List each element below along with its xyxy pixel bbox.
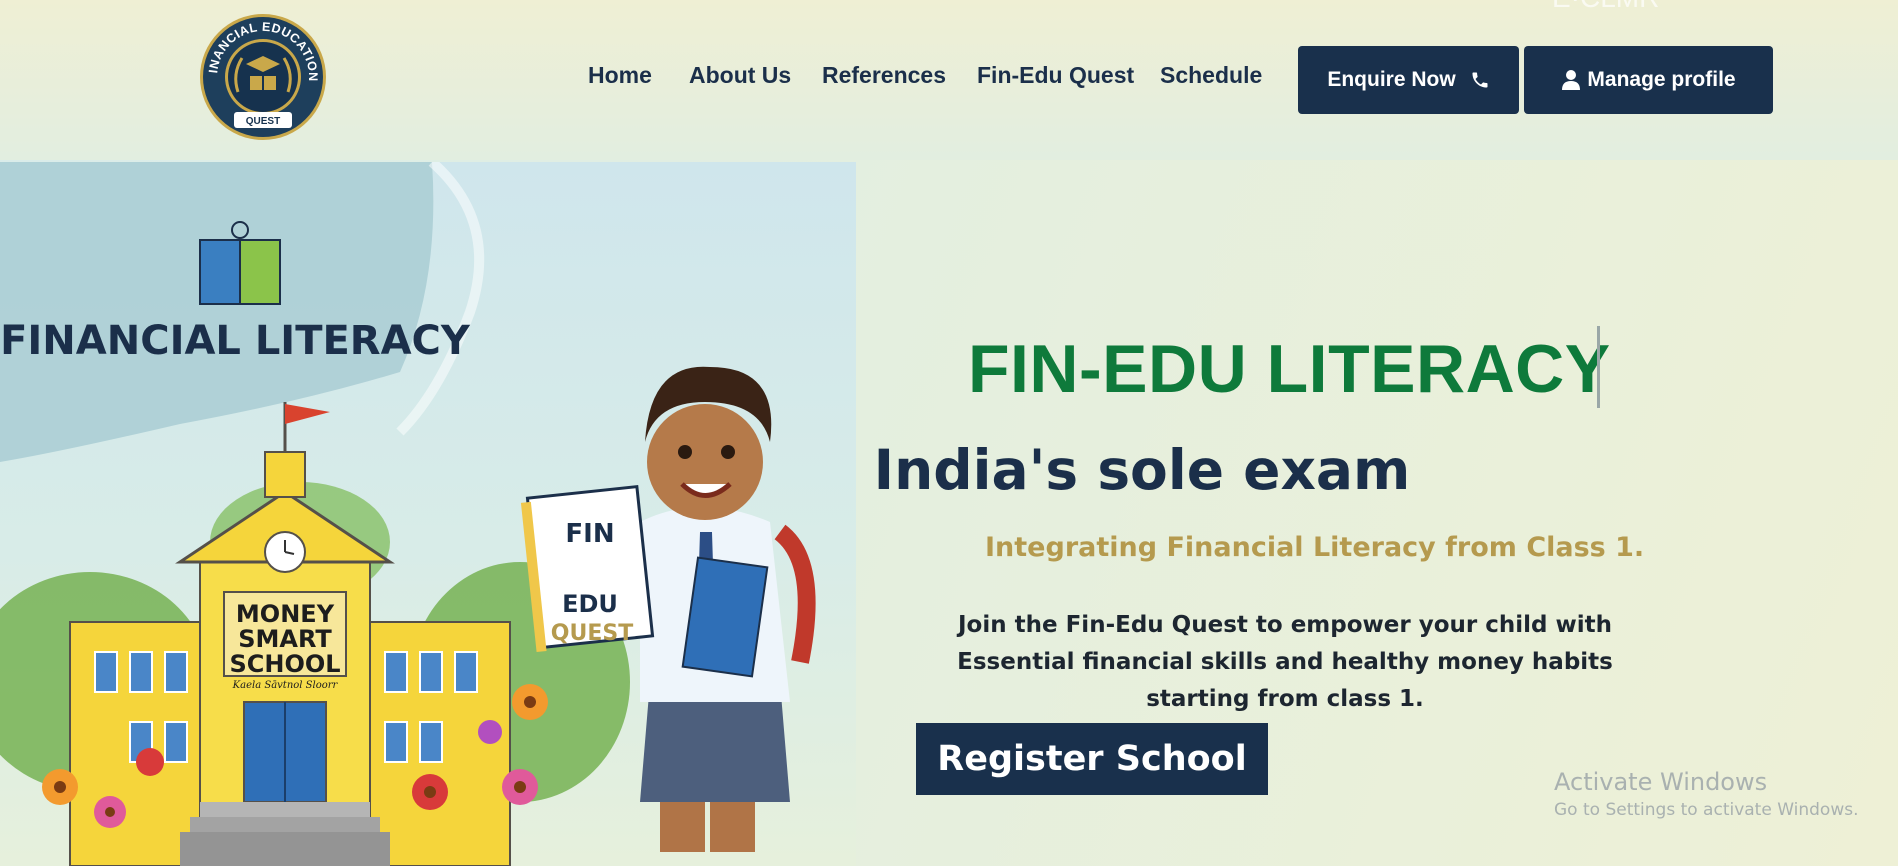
hero-title: FIN-EDU LITERACY (968, 331, 1611, 407)
typing-caret (1597, 326, 1600, 408)
nav-about-us[interactable]: About Us (689, 62, 791, 89)
enquire-now-button[interactable]: Enquire Now (1298, 46, 1519, 114)
hero-subtitle-wrap: India's sole exam (0, 438, 1898, 502)
school-sign-line-3: SCHOOL (229, 650, 340, 678)
nav-fin-edu-quest[interactable]: Fin-Edu Quest (977, 62, 1134, 89)
hero-illustration: FINANCIAL LITERACY MONEY SMART SCHOOL Ka… (0, 162, 856, 866)
nav-schedule[interactable]: Schedule (1160, 62, 1262, 89)
register-school-button[interactable]: Register School (916, 723, 1268, 795)
school-sign-small: Kaela Sāvtnol Sloorr (232, 680, 339, 691)
book-word-edu: EDU (562, 590, 618, 618)
windows-activation-watermark: Activate Windows Go to Settings to activ… (1554, 768, 1859, 820)
site-header: E·CLMR FINANCIAL EDUCATION QUEST Home Ab… (0, 0, 1898, 160)
logo-ribbon-text: QUEST (246, 116, 280, 127)
phone-icon (1472, 72, 1488, 88)
watermark-line-2: Go to Settings to activate Windows. (1554, 800, 1859, 820)
manage-profile-button[interactable]: Manage profile (1524, 46, 1773, 114)
manage-profile-label: Manage profile (1587, 68, 1736, 91)
enquire-now-label: Enquire Now (1327, 68, 1456, 91)
financial-literacy-badge-text: FINANCIAL LITERACY (0, 318, 471, 364)
nav-references[interactable]: References (822, 62, 946, 89)
top-ghost-text: E·CLMR (1552, 0, 1659, 14)
watermark-line-1: Activate Windows (1554, 768, 1768, 796)
hero-tagline: Integrating Financial Literacy from Clas… (985, 532, 1645, 563)
nav-home[interactable]: Home (588, 62, 652, 89)
school-sign-line-2: SMART (238, 625, 332, 653)
hero-subtitle: India's sole exam (873, 438, 1411, 502)
book-word-fin: FIN (565, 519, 614, 549)
hero-description: Join the Fin-Edu Quest to empower your c… (957, 612, 1613, 712)
school-sign-line-1: MONEY (236, 600, 335, 628)
book-word-quest: QUEST (551, 621, 633, 646)
school-and-student-illustration: FINANCIAL LITERACY MONEY SMART SCHOOL Ka… (0, 162, 816, 866)
user-icon (1562, 70, 1581, 90)
